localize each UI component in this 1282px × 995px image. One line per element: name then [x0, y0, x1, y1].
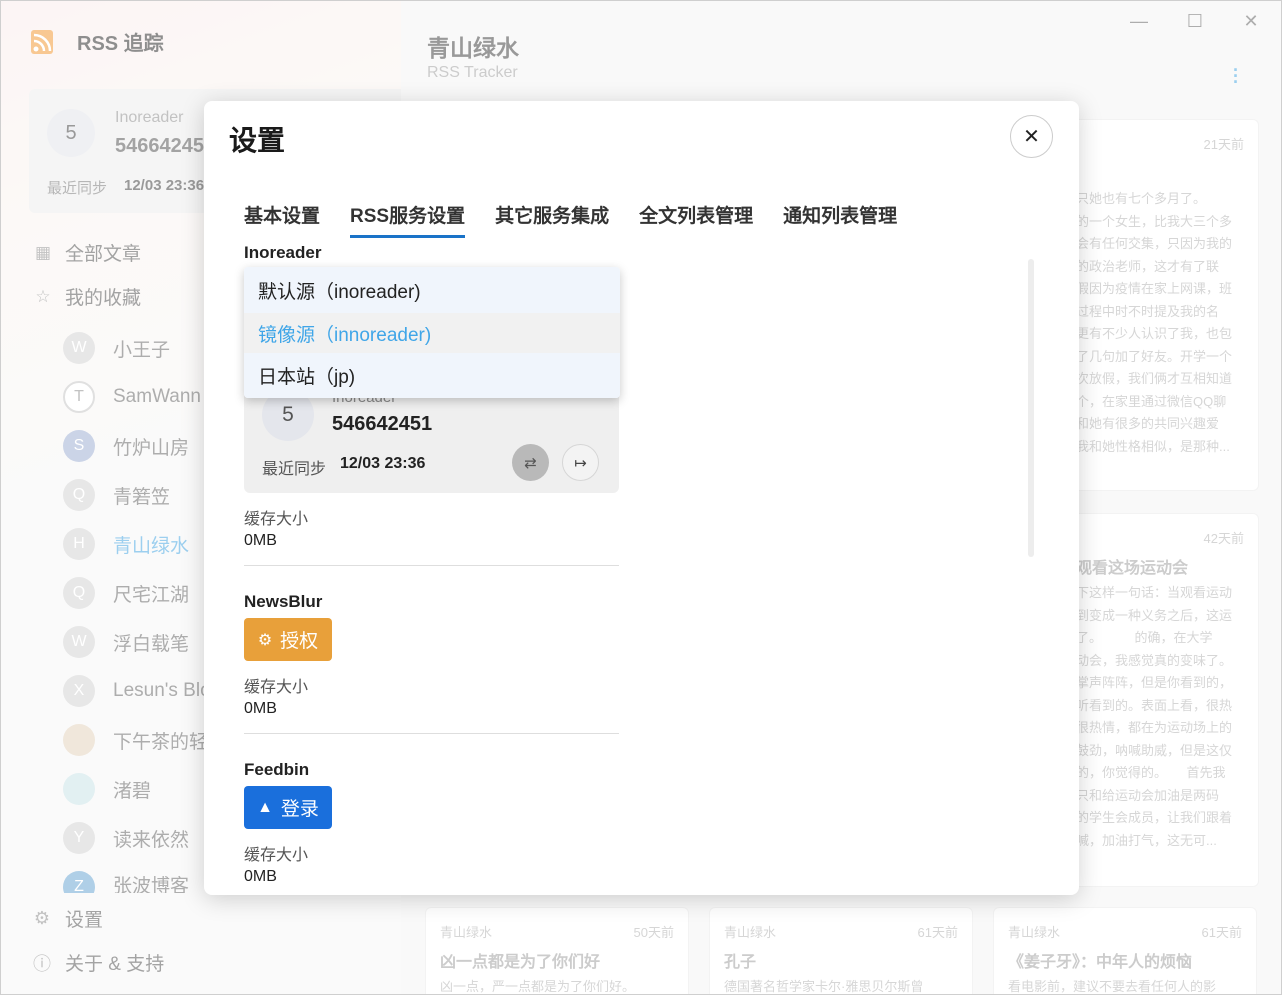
tab-basic-settings[interactable]: 基本设置	[244, 201, 320, 238]
divider	[244, 565, 619, 566]
cache-size-value: 0MB	[244, 700, 277, 717]
logout-icon: ↦	[574, 454, 587, 472]
source-dropdown-menu: 默认源（inoreader) 镜像源（innoreader) 日本站（jp)	[244, 267, 620, 398]
sync-icon: ⇄	[524, 454, 537, 472]
close-icon: ✕	[1023, 126, 1040, 148]
dropdown-option-default[interactable]: 默认源（inoreader)	[244, 267, 620, 313]
scrollbar[interactable]	[1028, 259, 1034, 557]
feedbin-login-button[interactable]: ▲ 登录	[244, 786, 332, 829]
sync-label: 最近同步	[262, 461, 327, 478]
cache-size-label: 缓存大小	[244, 847, 309, 864]
cache-size-value: 0MB	[244, 868, 277, 885]
divider	[244, 733, 619, 734]
cache-size-label: 缓存大小	[244, 679, 309, 696]
sync-time: 12/03 23:36	[340, 455, 426, 472]
cache-size-label: 缓存大小	[244, 511, 309, 528]
logout-button[interactable]: ↦	[562, 444, 599, 481]
tab-notification-list[interactable]: 通知列表管理	[783, 201, 897, 238]
authorize-label: 授权	[280, 631, 319, 652]
newsblur-section-title: NewsBlur	[244, 592, 323, 611]
inoreader-section-title: Inoreader	[244, 243, 322, 262]
settings-dialog: 设置 ✕ 基本设置 RSS服务设置 其它服务集成 全文列表管理 通知列表管理 I…	[204, 101, 1079, 895]
dialog-title: 设置	[229, 125, 286, 156]
tab-rss-service-settings[interactable]: RSS服务设置	[350, 201, 466, 238]
newsblur-authorize-button[interactable]: ⚙ 授权	[244, 618, 332, 661]
cache-size-value: 0MB	[244, 532, 277, 549]
close-button[interactable]: ✕	[1010, 115, 1053, 158]
feedbin-section-title: Feedbin	[244, 760, 310, 779]
user-id: 546642451	[332, 413, 433, 435]
login-label: 登录	[280, 799, 319, 820]
tab-fulltext-list[interactable]: 全文列表管理	[639, 201, 753, 238]
dropdown-option-mirror[interactable]: 镜像源（innoreader)	[244, 313, 620, 353]
tab-other-integrations[interactable]: 其它服务集成	[495, 201, 609, 238]
sync-button[interactable]: ⇄	[512, 444, 549, 481]
settings-tabs: 基本设置 RSS服务设置 其它服务集成 全文列表管理 通知列表管理	[244, 201, 927, 238]
gear-icon: ⚙	[257, 631, 273, 649]
dropdown-option-japan[interactable]: 日本站（jp)	[244, 353, 620, 398]
hat-icon: ▲	[257, 798, 273, 816]
